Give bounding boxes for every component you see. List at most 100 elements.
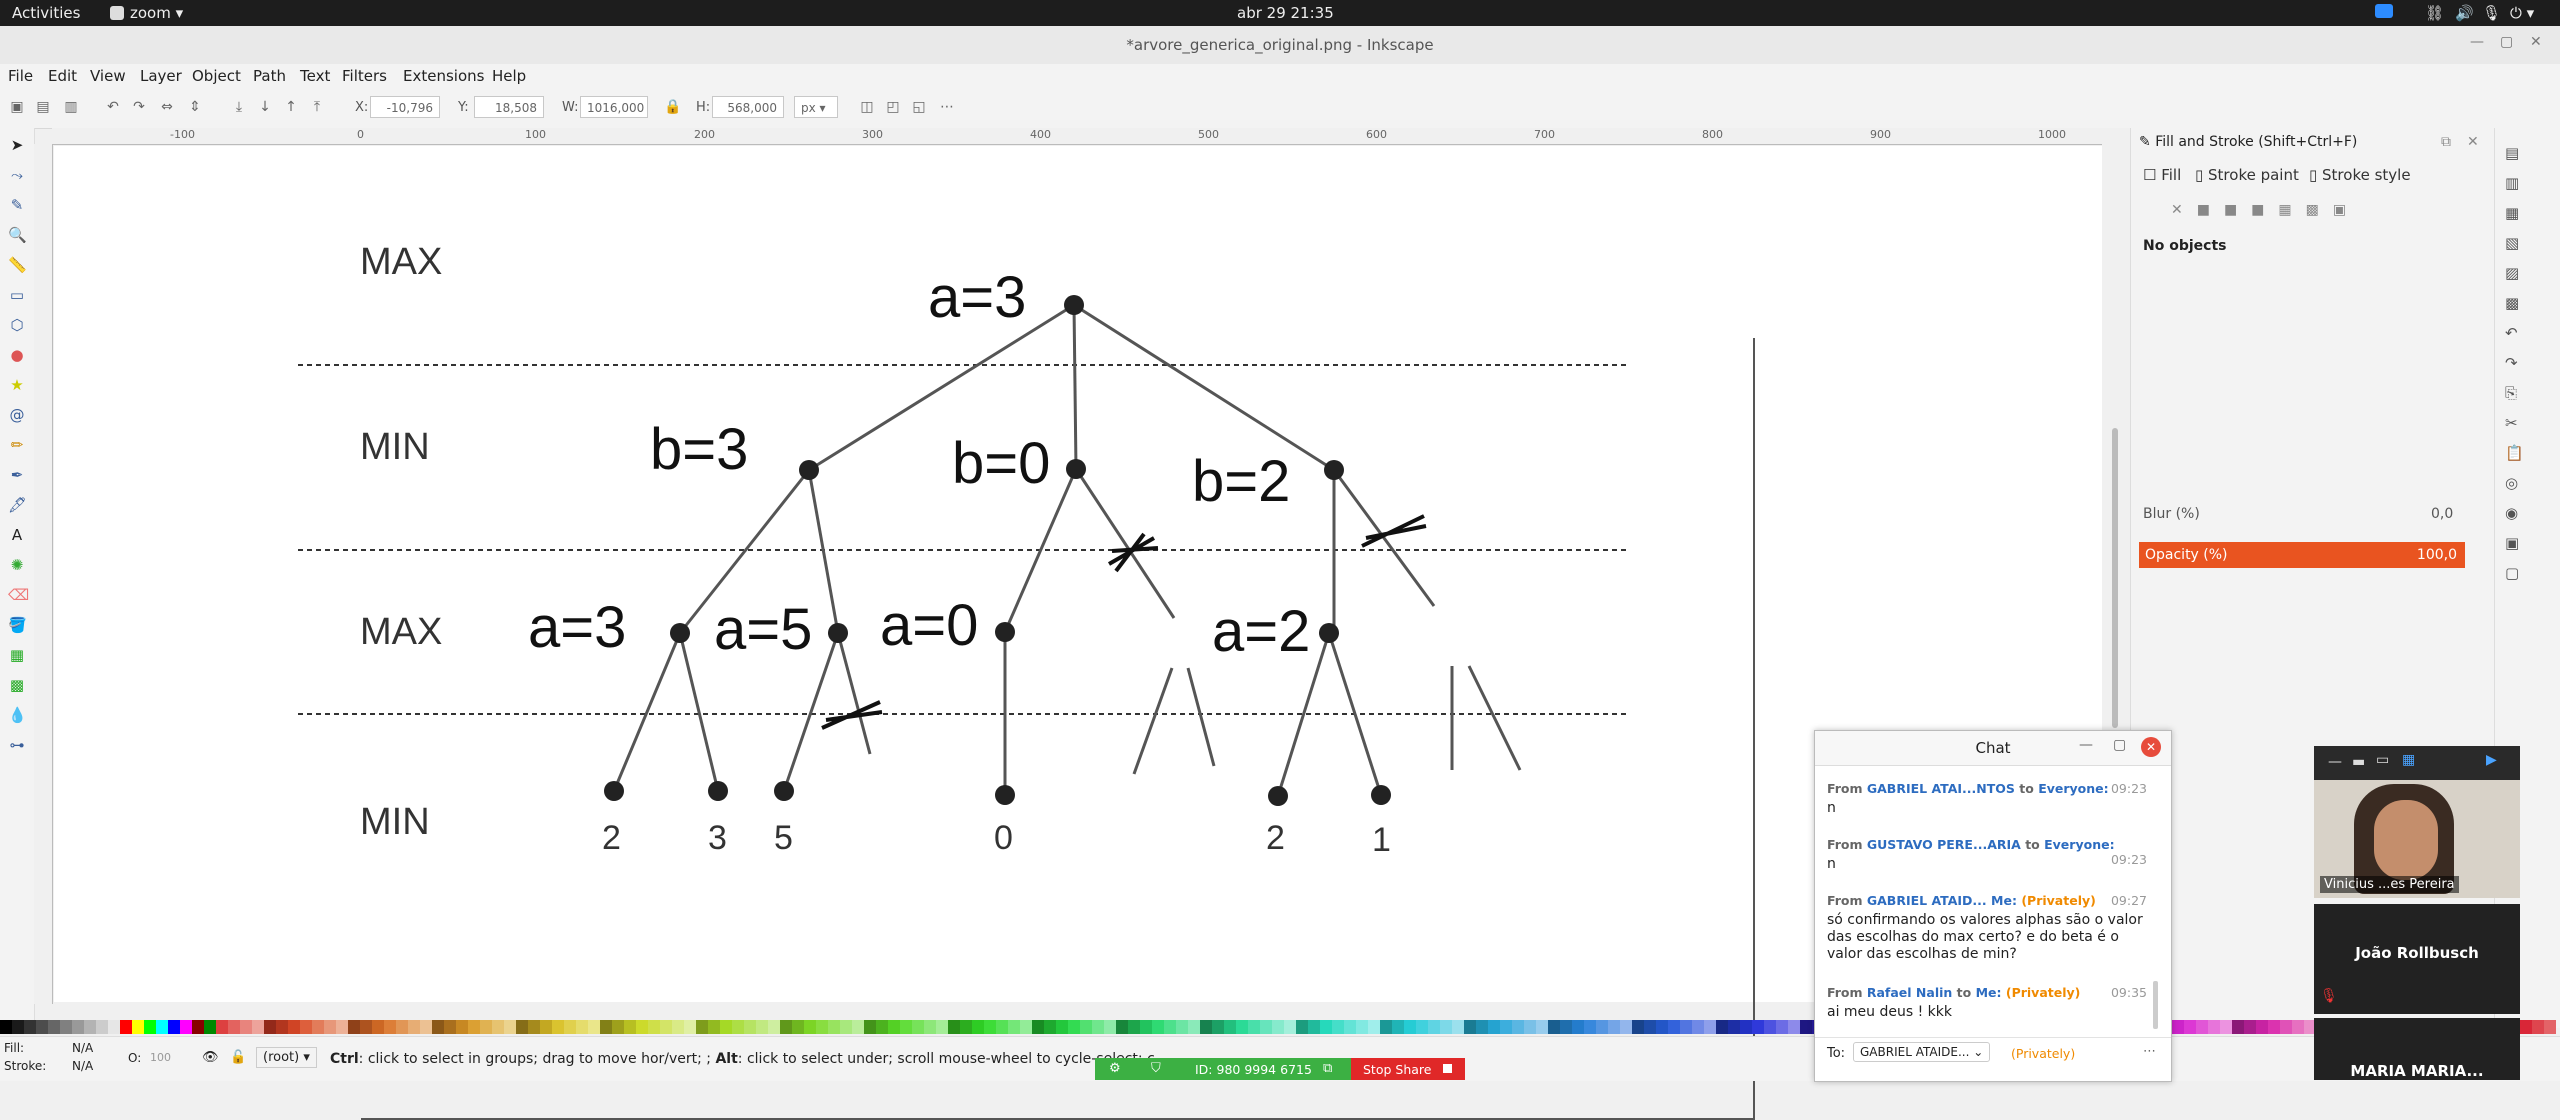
rectangle-tool-icon[interactable]: ▭: [8, 286, 26, 304]
rotate-ccw-icon[interactable]: ↶: [104, 98, 122, 116]
opacity-status-field[interactable]: 100: [150, 1051, 171, 1064]
palette-swatch[interactable]: [996, 1020, 1008, 1034]
move-gradients-icon[interactable]: ◱: [910, 98, 928, 116]
vertical-ruler[interactable]: [34, 144, 53, 1004]
palette-swatch[interactable]: [24, 1020, 36, 1034]
palette-swatch[interactable]: [1032, 1020, 1044, 1034]
palette-swatch[interactable]: [1752, 1020, 1764, 1034]
palette-swatch[interactable]: [864, 1020, 876, 1034]
dropper-tool-icon[interactable]: 💧: [8, 706, 27, 724]
palette-swatch[interactable]: [1608, 1020, 1620, 1034]
palette-swatch[interactable]: [1248, 1020, 1260, 1034]
participant-tile[interactable]: MARIA MARIA...: [2314, 1018, 2520, 1080]
palette-swatch[interactable]: [432, 1020, 444, 1034]
raise-top-icon[interactable]: ⤒: [308, 98, 326, 116]
menu-extensions[interactable]: Extensions: [403, 67, 484, 85]
palette-swatch[interactable]: [600, 1020, 612, 1034]
3d-box-tool-icon[interactable]: ⬡: [8, 316, 26, 334]
activities-button[interactable]: Activities: [12, 4, 80, 22]
menu-help[interactable]: Help: [492, 67, 526, 85]
palette-swatch[interactable]: [1800, 1020, 1812, 1034]
microphone-icon[interactable]: 🎙: [2482, 4, 2501, 22]
gallery-view-icon[interactable]: ▦: [2402, 752, 2415, 768]
palette-swatch[interactable]: [144, 1020, 156, 1034]
palette-swatch[interactable]: [1296, 1020, 1308, 1034]
palette-swatch[interactable]: [720, 1020, 732, 1034]
palette-swatch[interactable]: [300, 1020, 312, 1034]
pen-tool-icon[interactable]: ✒: [8, 466, 26, 484]
lower-bottom-icon[interactable]: ⤓: [230, 98, 248, 116]
palette-swatch[interactable]: [972, 1020, 984, 1034]
minimize-button[interactable]: —: [2470, 34, 2484, 50]
unit-select[interactable]: px ▾: [794, 96, 838, 118]
palette-swatch[interactable]: [732, 1020, 744, 1034]
palette-swatch[interactable]: [36, 1020, 48, 1034]
thumbnail-view-icon[interactable]: ▭: [2376, 752, 2389, 768]
menu-object[interactable]: Object: [192, 67, 241, 85]
h-field[interactable]: 568,000: [712, 96, 784, 118]
palette-swatch[interactable]: [1152, 1020, 1164, 1034]
palette-swatch[interactable]: [264, 1020, 276, 1034]
palette-swatch[interactable]: [1632, 1020, 1644, 1034]
palette-swatch[interactable]: [2292, 1020, 2304, 1034]
star-tool-icon[interactable]: ★: [8, 376, 26, 394]
x-field[interactable]: -10,796: [370, 96, 440, 118]
palette-swatch[interactable]: [948, 1020, 960, 1034]
palette-swatch[interactable]: [1488, 1020, 1500, 1034]
palette-swatch[interactable]: [768, 1020, 780, 1034]
calligraphy-tool-icon[interactable]: 🖋: [8, 496, 27, 514]
palette-swatch[interactable]: [2184, 1020, 2196, 1034]
palette-swatch[interactable]: [840, 1020, 852, 1034]
palette-swatch[interactable]: [1548, 1020, 1560, 1034]
w-field[interactable]: 1016,000: [580, 96, 648, 118]
close-window-button[interactable]: ✕: [2530, 34, 2542, 50]
measure-tool-icon[interactable]: 📏: [8, 256, 27, 274]
palette-swatch[interactable]: [696, 1020, 708, 1034]
palette-swatch[interactable]: [1704, 1020, 1716, 1034]
palette-swatch[interactable]: [1668, 1020, 1680, 1034]
palette-swatch[interactable]: [744, 1020, 756, 1034]
rotate-cw-icon[interactable]: ↷: [130, 98, 148, 116]
palette-swatch[interactable]: [1080, 1020, 1092, 1034]
palette-swatch[interactable]: [0, 1020, 12, 1034]
palette-swatch[interactable]: [84, 1020, 96, 1034]
palette-swatch[interactable]: [1164, 1020, 1176, 1034]
palette-swatch[interactable]: [336, 1020, 348, 1034]
palette-swatch[interactable]: [1092, 1020, 1104, 1034]
palette-swatch[interactable]: [1476, 1020, 1488, 1034]
palette-swatch[interactable]: [360, 1020, 372, 1034]
palette-swatch[interactable]: [2544, 1020, 2556, 1034]
palette-swatch[interactable]: [1224, 1020, 1236, 1034]
maximize-button[interactable]: ▢: [2500, 34, 2513, 50]
palette-swatch[interactable]: [372, 1020, 384, 1034]
palette-swatch[interactable]: [492, 1020, 504, 1034]
y-field[interactable]: 18,508: [474, 96, 544, 118]
palette-swatch[interactable]: [312, 1020, 324, 1034]
spray-tool-icon[interactable]: ✺: [8, 556, 26, 574]
palette-swatch[interactable]: [468, 1020, 480, 1034]
palette-swatch[interactable]: [1356, 1020, 1368, 1034]
chat-close-icon[interactable]: ✕: [2141, 737, 2161, 757]
menu-file[interactable]: File: [8, 67, 33, 85]
menu-text[interactable]: Text: [300, 67, 330, 85]
scale-corners-icon[interactable]: ◰: [884, 98, 902, 116]
palette-swatch[interactable]: [1728, 1020, 1740, 1034]
palette-swatch[interactable]: [936, 1020, 948, 1034]
palette-swatch[interactable]: [1068, 1020, 1080, 1034]
palette-swatch[interactable]: [2208, 1020, 2220, 1034]
deselect-icon[interactable]: ▥: [62, 98, 80, 116]
palette-swatch[interactable]: [132, 1020, 144, 1034]
dock-menu-icon[interactable]: ⧉: [2441, 134, 2451, 150]
palette-swatch[interactable]: [1596, 1020, 1608, 1034]
palette-swatch[interactable]: [1644, 1020, 1656, 1034]
palette-swatch[interactable]: [1404, 1020, 1416, 1034]
palette-swatch[interactable]: [168, 1020, 180, 1034]
palette-swatch[interactable]: [1524, 1020, 1536, 1034]
palette-swatch[interactable]: [396, 1020, 408, 1034]
raise-icon[interactable]: ↑: [282, 98, 300, 116]
eraser-tool-icon[interactable]: ⌫: [8, 586, 29, 604]
lower-icon[interactable]: ↓: [256, 98, 274, 116]
hide-layer-icon[interactable]: 👁: [202, 1050, 219, 1065]
palette-swatch[interactable]: [348, 1020, 360, 1034]
palette-swatch[interactable]: [1764, 1020, 1776, 1034]
